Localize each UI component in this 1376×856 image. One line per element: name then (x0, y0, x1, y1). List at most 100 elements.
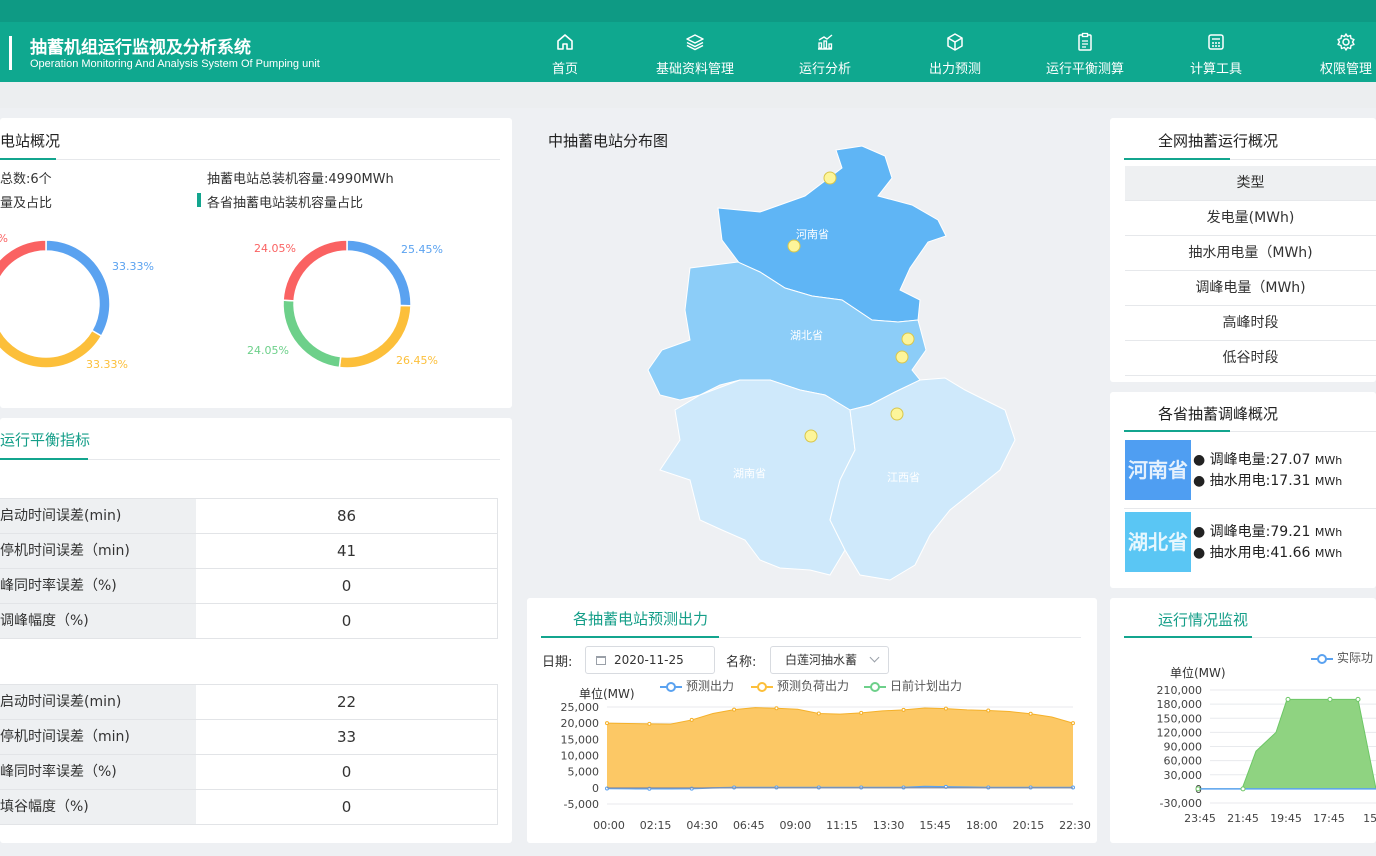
load-forecast-point (647, 721, 652, 726)
row-label: 启动时间误差(min) (0, 499, 196, 533)
unit: MWh (1314, 454, 1343, 467)
title-underline (1124, 636, 1252, 638)
peak-text: 调峰电量:79.21 (1209, 524, 1311, 540)
x-tick-label: 02:15 (640, 819, 672, 832)
donut-label: 24.05% (254, 242, 296, 255)
title-underline (0, 458, 88, 460)
legend-marker-icon (751, 681, 773, 692)
province-map: 河南省 湖北省 湖南省 江西省 (647, 145, 1016, 581)
unit: MWh (1314, 526, 1343, 539)
calculator-icon (1161, 32, 1271, 52)
table-header: 类型 (1125, 166, 1376, 201)
monitor-chart: 210,000180,000150,000120,000 90,00060,000… (1157, 684, 1376, 825)
station-select[interactable]: 白莲河抽水蓄 (770, 646, 889, 674)
chevron-down-icon (869, 652, 880, 663)
x-tick-label: 15:45 (919, 819, 951, 832)
title-divider (719, 637, 1081, 638)
x-tick-label: 09:00 (780, 819, 812, 832)
row-label: 峰同时率误差（%) (0, 755, 196, 789)
title-divider (1230, 431, 1376, 432)
station-marker[interactable] (823, 171, 837, 185)
load-forecast-point (986, 708, 991, 713)
chart-icon (770, 32, 880, 52)
y-tick-label: 120,000 (1157, 726, 1203, 739)
monitor-point (1327, 696, 1333, 702)
x-tick-label: 06:45 (733, 819, 765, 832)
map-label-hunan: 湖南省 (733, 467, 766, 480)
load-forecast-point (859, 710, 864, 715)
balance-title: 运行平衡指标 (0, 431, 91, 449)
x-tick-label: 04:30 (686, 819, 718, 832)
y-tick-label: 0 (592, 782, 599, 795)
y-tick-label: 150,000 (1157, 712, 1203, 725)
row-value: 0 (196, 790, 498, 824)
home-icon (510, 32, 620, 52)
y-tick-label: 210,000 (1157, 684, 1203, 697)
y-tick-label: -5,000 (564, 798, 599, 811)
legend-item[interactable]: 日前计划出力 (864, 677, 962, 694)
row-label: 填谷幅度（%) (0, 790, 196, 824)
donut-label: 25.45% (401, 243, 443, 256)
legend-item[interactable]: 实际功 (1311, 649, 1373, 666)
name-label: 名称: (726, 655, 757, 670)
station-marker[interactable] (787, 239, 801, 253)
table-row: 停机时间误差（min) 41 (0, 534, 498, 569)
nav-permissions[interactable]: 权限管理 (1291, 22, 1376, 82)
station-select-value: 白莲河抽水蓄 (785, 653, 858, 667)
nav-run-analysis[interactable]: 运行分析 (770, 22, 880, 82)
x-tick-label: 19:45 (1270, 812, 1302, 825)
station-marker[interactable] (895, 350, 909, 364)
nav-balance-calc[interactable]: 运行平衡测算 (1030, 22, 1140, 82)
nav-home[interactable]: 首页 (510, 22, 620, 82)
station-marker[interactable] (890, 407, 904, 421)
date-label: 日期: (542, 655, 573, 670)
legend-item[interactable]: 预测出力 (660, 677, 734, 694)
title-underline (541, 636, 719, 638)
pump-text: 抽水用电:17.31 (1209, 473, 1311, 489)
subtitle-marker (197, 193, 201, 207)
row-label: 停机时间误差（min) (0, 534, 196, 568)
nav-label: 首页 (551, 62, 578, 77)
load-forecast-point (774, 706, 779, 711)
x-tick-label: 21:45 (1227, 812, 1259, 825)
table-row: 发电量(MWh) (1125, 201, 1376, 236)
map-region-jiangxi[interactable] (829, 377, 1016, 581)
monitor-title: 运行情况监视 (1158, 611, 1249, 629)
row-value: 0 (196, 569, 498, 603)
station-marker[interactable] (804, 429, 818, 443)
map-label-jiangxi: 江西省 (887, 471, 920, 484)
monitor-green-area (1198, 698, 1376, 790)
unit: MWh (1314, 475, 1343, 488)
station-marker[interactable] (901, 332, 915, 346)
nav-label: 权限管理 (1319, 62, 1372, 77)
window-top-strip (0, 0, 1376, 22)
nav-output-forecast[interactable]: 出力预测 (900, 22, 1010, 82)
nav-label: 运行分析 (798, 62, 851, 77)
balance-table-1: 启动时间误差(min) 86 停机时间误差（min) 41 峰同时率误差（%) 0 调… (0, 498, 498, 639)
balance-table-2: 启动时间误差(min) 22 停机时间误差（min) 33 峰同时率误差（%) 0 填… (0, 684, 498, 825)
x-tick-label: 13:30 (873, 819, 905, 832)
date-picker[interactable]: 2020-11-25 (585, 646, 715, 674)
row-label: 停机时间误差（min) (0, 720, 196, 754)
donut-label: 33.33% (86, 358, 128, 371)
legend-item[interactable]: 预测负荷出力 (751, 677, 849, 694)
brand-accent-bar (9, 36, 12, 70)
table-row: 峰同时率误差（%) 0 (0, 569, 498, 604)
station-count-donut: 33.33% 33.33%% (0, 232, 154, 371)
title-divider (1230, 159, 1376, 160)
table-row: 停机时间误差（min) 33 (0, 720, 498, 755)
load-forecast-point (732, 707, 737, 712)
forecast-title: 各抽蓄电站预测出力 (573, 610, 709, 628)
donut-label: 33.33% (112, 260, 154, 273)
nav-calc-tools[interactable]: 计算工具 (1161, 22, 1271, 82)
load-forecast-area (607, 707, 1073, 788)
x-tick-label: 17:45 (1313, 812, 1345, 825)
app-title: 抽蓄机组运行监视及分析系统 (30, 38, 251, 58)
donut-label: 26.45% (396, 354, 438, 367)
title-divider (1252, 637, 1376, 638)
load-forecast-point (943, 706, 948, 711)
x-tick-label: 18:00 (966, 819, 998, 832)
nav-basic-data[interactable]: 基础资料管理 (640, 22, 750, 82)
item-divider (1124, 508, 1376, 509)
legend-marker-icon (864, 681, 886, 692)
